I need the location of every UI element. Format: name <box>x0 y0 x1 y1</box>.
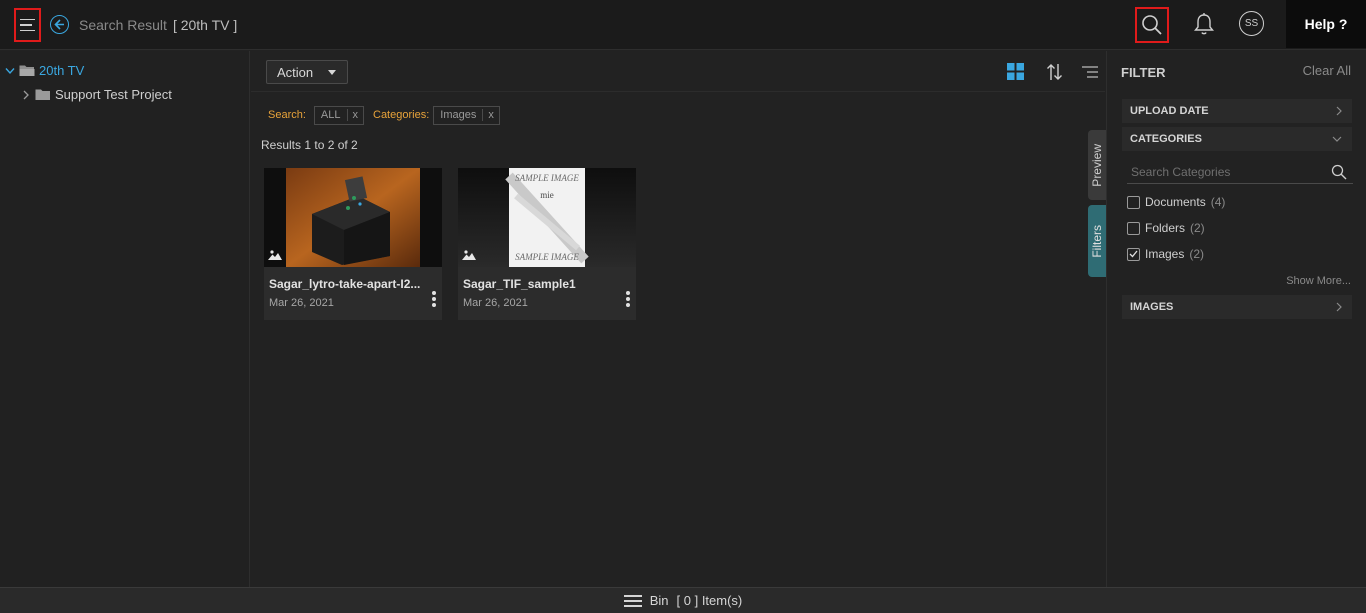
folder-icon <box>35 89 50 100</box>
chevron-right-icon[interactable] <box>22 90 30 100</box>
asset-name[interactable]: Sagar_TIF_sample1 <box>463 277 623 291</box>
section-label: IMAGES <box>1130 301 1174 313</box>
asset-thumbnail[interactable]: SAMPLE IMAGE mie SAMPLE IMAGE <box>458 168 636 267</box>
images-section[interactable]: IMAGES <box>1122 295 1352 319</box>
list-view-icon[interactable] <box>1082 66 1098 81</box>
category-count: (2) <box>1189 247 1205 261</box>
checkbox[interactable] <box>1127 195 1140 209</box>
menu-line <box>20 24 32 26</box>
chevron-down-icon <box>1332 136 1342 142</box>
results-count: Results 1 to 2 of 2 <box>261 138 358 152</box>
top-bar: Search Result [ 20th TV ] SS Help ? <box>0 0 1366 50</box>
checkbox[interactable] <box>1127 221 1140 235</box>
tree-item-label: Support Test Project <box>55 87 172 102</box>
grid-view-icon[interactable] <box>1007 63 1024 83</box>
folder-open-icon <box>19 65 35 76</box>
upload-date-section[interactable]: UPLOAD DATE <box>1122 99 1352 123</box>
chevron-down-icon[interactable] <box>5 67 15 75</box>
category-images[interactable]: Images (2) <box>1127 247 1204 261</box>
chevron-right-icon <box>1336 106 1342 116</box>
breadcrumb-label: Search Result <box>79 17 167 33</box>
checkbox-checked[interactable] <box>1127 247 1140 261</box>
categories-filter-chip: Images x <box>433 105 500 125</box>
asset-thumbnail[interactable] <box>264 168 442 267</box>
bell-icon[interactable] <box>1193 12 1215 36</box>
results-toolbar: Action <box>251 51 1105 92</box>
tab-filters-label: Filters <box>1090 224 1104 258</box>
tree-item-support-test-project[interactable]: Support Test Project <box>22 87 172 102</box>
category-count: (4) <box>1210 195 1226 209</box>
breadcrumb-location[interactable]: [ 20th TV ] <box>173 17 237 33</box>
category-search-input[interactable] <box>1127 164 1327 179</box>
sample-text-top: SAMPLE IMAGE <box>515 173 579 183</box>
back-arrow-icon[interactable] <box>50 15 69 34</box>
chip-text: ALL <box>320 109 341 121</box>
chevron-right-icon <box>1336 302 1342 312</box>
menu-line <box>20 29 35 32</box>
asset-date: Mar 26, 2021 <box>269 297 334 309</box>
clear-all-link[interactable]: Clear All <box>1303 63 1351 78</box>
results-area: Action Search: ALL x Categories: Images … <box>251 51 1106 587</box>
categories-filter-key: Categories: <box>373 109 430 121</box>
search-filter-key: Search: <box>268 109 306 121</box>
sample-text-bottom: SAMPLE IMAGE <box>515 252 579 262</box>
more-options-icon[interactable] <box>626 291 630 307</box>
category-label: Documents <box>1145 195 1206 209</box>
category-search <box>1127 160 1353 184</box>
menu-line <box>20 18 35 21</box>
caret-down-icon <box>328 70 336 75</box>
category-documents[interactable]: Documents (4) <box>1127 195 1225 209</box>
folder-tree-panel: 20th TV Support Test Project <box>0 51 250 587</box>
section-label: UPLOAD DATE <box>1130 105 1209 117</box>
asset-card[interactable]: SAMPLE IMAGE mie SAMPLE IMAGE Sagar_TIF_… <box>458 168 636 320</box>
category-count: (2) <box>1190 221 1205 235</box>
tree-item-20th-tv[interactable]: 20th TV <box>5 63 84 78</box>
action-dropdown[interactable]: Action <box>266 60 348 84</box>
bin-count: [ 0 ] Item(s) <box>676 593 743 608</box>
filter-title: FILTER <box>1121 65 1166 80</box>
sample-text-mid: mie <box>540 190 554 200</box>
search-icon[interactable] <box>1135 7 1169 43</box>
tab-preview-label: Preview <box>1090 143 1104 187</box>
hamburger-menu-button[interactable] <box>14 8 41 42</box>
image-type-icon <box>268 248 282 263</box>
checkmark-icon <box>1129 250 1138 258</box>
category-label: Folders <box>1145 221 1186 235</box>
category-folders[interactable]: Folders (2) <box>1127 221 1205 235</box>
breadcrumb: Search Result [ 20th TV ] <box>79 17 237 33</box>
sort-icon[interactable] <box>1046 63 1063 84</box>
bin-menu-icon[interactable] <box>623 594 642 607</box>
section-label: CATEGORIES <box>1130 133 1202 145</box>
category-label: Images <box>1145 247 1185 261</box>
action-label: Action <box>277 64 314 80</box>
remove-search-filter-button[interactable]: x <box>346 109 364 121</box>
help-button[interactable]: Help ? <box>1286 0 1366 48</box>
show-more-link[interactable]: Show More... <box>1286 275 1351 287</box>
tab-filters[interactable]: Filters <box>1088 205 1106 277</box>
tree-item-label: 20th TV <box>39 63 85 78</box>
chip-text: Images <box>440 109 477 121</box>
remove-categories-filter-button[interactable]: x <box>482 109 499 121</box>
tab-preview[interactable]: Preview <box>1088 130 1106 200</box>
asset-name[interactable]: Sagar_lytro-take-apart-I2... <box>269 277 429 291</box>
categories-section[interactable]: CATEGORIES <box>1122 127 1352 151</box>
search-icon[interactable] <box>1331 164 1347 180</box>
asset-card[interactable]: Sagar_lytro-take-apart-I2... Mar 26, 202… <box>264 168 442 320</box>
filter-panel: FILTER Clear All UPLOAD DATE CATEGORIES … <box>1106 51 1366 587</box>
user-avatar[interactable]: SS <box>1239 11 1264 36</box>
bin-label: Bin <box>649 593 669 608</box>
asset-date: Mar 26, 2021 <box>463 297 528 309</box>
image-type-icon <box>462 248 476 263</box>
active-filters: Search: ALL x Categories: Images x <box>268 105 500 125</box>
bin-bar[interactable]: Bin [ 0 ] Item(s) <box>0 587 1366 613</box>
search-filter-chip: ALL x <box>313 105 364 125</box>
more-options-icon[interactable] <box>432 291 436 307</box>
